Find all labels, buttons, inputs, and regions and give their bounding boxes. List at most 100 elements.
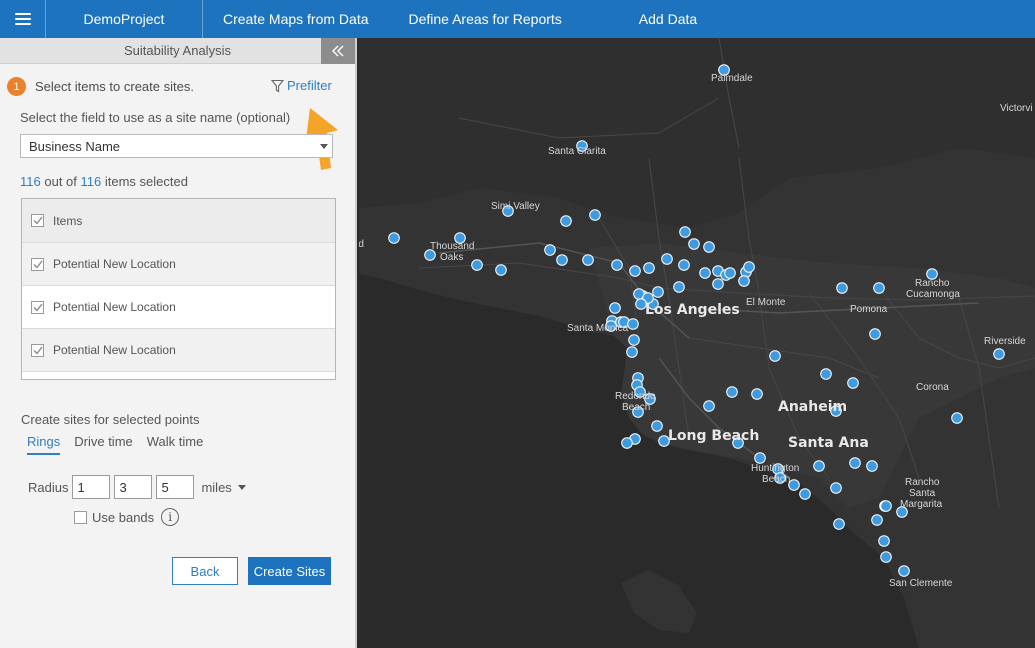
site-point-marker[interactable] [743,261,755,273]
site-point-marker[interactable] [609,302,621,314]
site-point-marker[interactable] [626,346,638,358]
tab-rings[interactable]: Rings [27,434,61,455]
site-point-marker[interactable] [880,500,892,512]
back-button[interactable]: Back [172,557,238,585]
site-point-marker[interactable] [582,254,594,266]
site-point-marker[interactable] [813,460,825,472]
site-point-marker[interactable] [869,328,881,340]
site-point-marker[interactable] [661,253,673,265]
site-point-marker[interactable] [993,348,1005,360]
site-point-marker[interactable] [833,518,845,530]
site-point-marker[interactable] [424,249,436,261]
radius-input-1[interactable] [72,475,111,499]
item-checkbox[interactable] [31,300,44,314]
site-point-marker[interactable] [658,435,670,447]
site-point-marker[interactable] [880,551,892,563]
item-checkbox[interactable] [31,343,44,357]
site-point-marker[interactable] [628,334,640,346]
site-point-marker[interactable] [699,267,711,279]
site-point-marker[interactable] [896,506,908,518]
site-point-marker[interactable] [634,386,646,398]
site-point-marker[interactable] [495,264,507,276]
site-point-marker[interactable] [627,318,639,330]
site-point-marker[interactable] [643,262,655,274]
site-point-marker[interactable] [471,259,483,271]
list-item[interactable]: Potential New Location [22,329,335,372]
site-point-marker[interactable] [751,388,763,400]
site-point-marker[interactable] [673,281,685,293]
items-list[interactable]: Items Potential New Location Potential N… [21,198,336,380]
radius-input-3[interactable] [156,475,195,499]
site-point-marker[interactable] [951,412,963,424]
site-point-marker[interactable] [738,275,750,287]
site-point-marker[interactable] [878,535,890,547]
site-point-marker[interactable] [754,452,766,464]
site-point-marker[interactable] [849,457,861,469]
site-point-marker[interactable] [652,286,664,298]
site-point-marker[interactable] [871,514,883,526]
nav-define-areas[interactable]: Define Areas for Reports [409,0,562,38]
use-bands-checkbox[interactable] [74,510,87,524]
site-point-marker[interactable] [454,232,466,244]
site-point-marker[interactable] [605,320,617,332]
hamburger-icon [14,13,31,25]
nav-add-data[interactable]: Add Data [639,0,697,38]
site-point-marker[interactable] [726,386,738,398]
site-point-marker[interactable] [830,405,842,417]
site-point-marker[interactable] [678,259,690,271]
site-point-marker[interactable] [576,140,588,152]
list-item[interactable]: Potential New Location [22,243,335,286]
site-point-marker[interactable] [556,254,568,266]
units-dropdown[interactable]: miles [201,480,246,495]
site-point-marker[interactable] [651,420,663,432]
site-point-marker[interactable] [820,368,832,380]
site-point-marker[interactable] [621,437,633,449]
prefilter-link[interactable]: Prefilter [271,78,332,93]
menu-button[interactable] [0,0,46,38]
site-point-marker[interactable] [788,479,800,491]
radius-input-2[interactable] [114,475,153,499]
site-point-marker[interactable] [544,244,556,256]
nav-create-maps[interactable]: Create Maps from Data [223,0,369,38]
list-header-row[interactable]: Items [22,199,335,243]
site-point-marker[interactable] [679,226,691,238]
site-point-marker[interactable] [611,259,623,271]
site-point-marker[interactable] [718,64,730,76]
site-point-marker[interactable] [589,209,601,221]
site-point-marker[interactable] [644,393,656,405]
tab-drive-time[interactable]: Drive time [74,434,133,455]
site-point-marker[interactable] [774,472,786,484]
site-point-marker[interactable] [703,400,715,412]
map-view[interactable]: Palmdale Victorvi Santa Clarita Simi Val… [359,38,1035,648]
site-point-marker[interactable] [388,232,400,244]
site-point-marker[interactable] [830,482,842,494]
site-point-marker[interactable] [799,488,811,500]
site-points-layer [388,64,1005,577]
site-point-marker[interactable] [873,282,885,294]
item-checkbox[interactable] [31,257,44,271]
create-sites-button[interactable]: Create Sites [248,557,331,585]
tab-walk-time[interactable]: Walk time [147,434,204,455]
site-name-select[interactable]: Business Name [20,134,333,158]
site-point-marker[interactable] [769,350,781,362]
site-point-marker[interactable] [732,437,744,449]
site-point-marker[interactable] [847,377,859,389]
list-item[interactable]: Potential New Location [22,286,335,329]
site-point-marker[interactable] [712,278,724,290]
site-point-marker[interactable] [898,565,910,577]
site-point-marker[interactable] [703,241,715,253]
site-point-marker[interactable] [866,460,878,472]
project-name[interactable]: DemoProject [46,0,203,38]
collapse-panel-button[interactable] [321,38,355,64]
site-point-marker[interactable] [560,215,572,227]
info-icon[interactable]: i [161,508,180,526]
site-point-marker[interactable] [688,238,700,250]
site-point-marker[interactable] [926,268,938,280]
site-point-marker[interactable] [502,205,514,217]
site-point-marker[interactable] [836,282,848,294]
site-point-marker[interactable] [629,265,641,277]
site-point-marker[interactable] [635,298,647,310]
site-point-marker[interactable] [632,406,644,418]
select-all-checkbox[interactable] [31,214,44,227]
site-point-marker[interactable] [724,267,736,279]
